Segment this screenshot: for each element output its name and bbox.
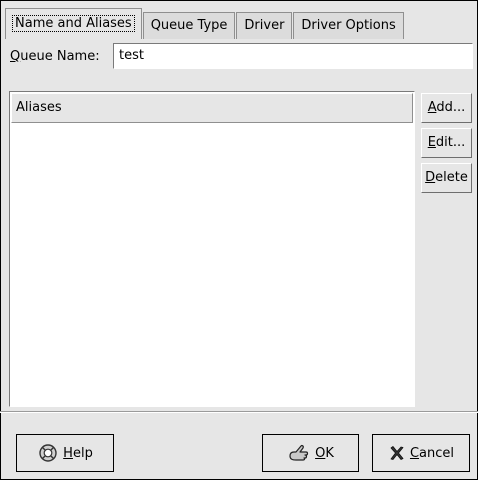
tab-label: Name and Aliases	[12, 15, 135, 32]
label-text: ueue Name:	[20, 49, 100, 64]
mnemonic-char: O	[315, 445, 326, 461]
cancel-button[interactable]: Cancel	[372, 434, 470, 472]
tab-driver-options[interactable]: Driver Options	[293, 12, 404, 39]
tab-label: Driver	[244, 18, 285, 33]
delete-button[interactable]: Delete	[421, 163, 472, 193]
aliases-list-body[interactable]	[11, 123, 413, 405]
tab-queue-type[interactable]: Queue Type	[142, 12, 236, 39]
label-text: ancel	[419, 445, 455, 461]
separator	[0, 411, 478, 413]
column-header-label: Aliases	[16, 100, 62, 115]
label-text: K	[325, 445, 334, 461]
aliases-column-header[interactable]: Aliases	[11, 93, 413, 123]
tab-name-and-aliases[interactable]: Name and Aliases	[5, 8, 142, 39]
ok-hand-icon	[287, 443, 311, 463]
mnemonic-char: D	[425, 170, 436, 185]
cancel-x-icon	[388, 444, 406, 462]
mnemonic-char: C	[409, 445, 420, 461]
mnemonic-char: H	[63, 445, 73, 461]
tab-bar: Name and Aliases Queue Type Driver Drive…	[5, 8, 405, 39]
ok-button[interactable]: OK	[262, 434, 359, 472]
queue-name-label: Queue Name:	[10, 48, 100, 66]
button-label: dd...	[436, 100, 466, 115]
tab-driver[interactable]: Driver	[236, 12, 293, 39]
queue-name-value: test	[119, 48, 144, 63]
mnemonic-char: Q	[10, 49, 21, 64]
help-button[interactable]: Help	[16, 434, 114, 472]
button-label: elete	[435, 170, 468, 185]
help-lifebuoy-icon	[37, 443, 59, 463]
tab-label: Driver Options	[301, 18, 396, 33]
help-label: Help	[63, 446, 93, 461]
ok-label: OK	[315, 446, 334, 461]
aliases-list[interactable]: Aliases	[9, 91, 415, 407]
button-label: dit...	[435, 135, 466, 150]
label-text: elp	[72, 445, 93, 461]
queue-name-input[interactable]: test	[113, 43, 473, 69]
edit-button[interactable]: Edit...	[421, 128, 472, 158]
mnemonic-char: E	[427, 135, 436, 150]
cancel-label: Cancel	[410, 446, 454, 461]
tab-label: Queue Type	[150, 18, 228, 33]
add-button[interactable]: Add...	[421, 93, 472, 123]
